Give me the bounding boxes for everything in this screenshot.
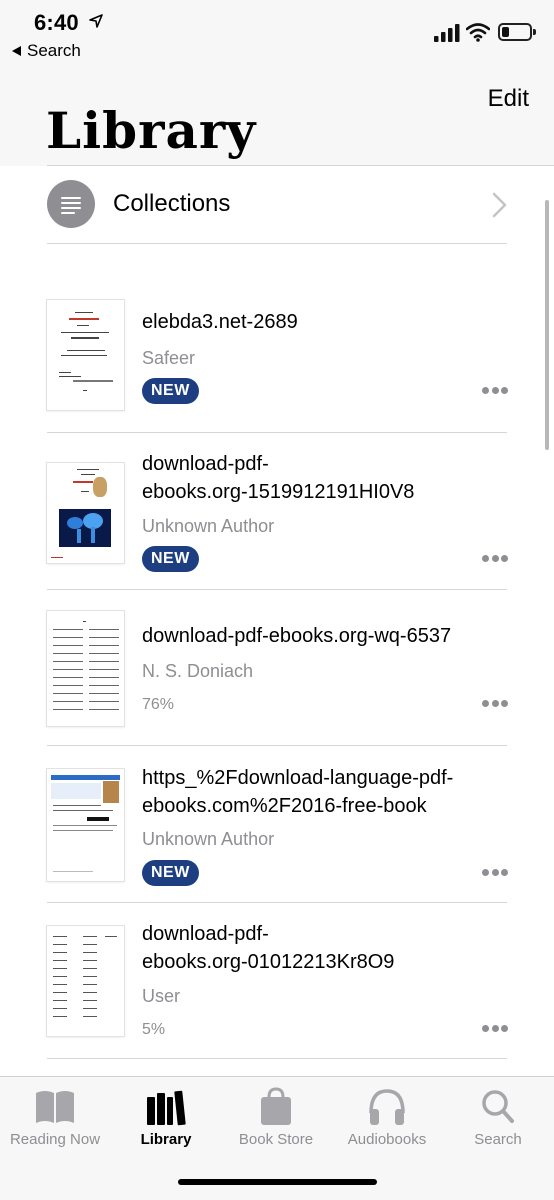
row-divider	[47, 902, 507, 903]
back-label: Search	[27, 41, 81, 60]
location-arrow-icon	[89, 14, 103, 28]
book-author: Safeer	[142, 348, 196, 368]
book-cover[interactable]	[47, 463, 124, 563]
row-divider	[47, 745, 507, 746]
book-cover[interactable]	[47, 300, 124, 410]
book-title[interactable]: download-pdf-ebooks.org-wq-6537	[142, 622, 512, 650]
tab-reading-now[interactable]: Reading Now	[0, 1087, 110, 1148]
status-time: 6:40	[34, 10, 79, 35]
book-cover[interactable]	[47, 611, 124, 726]
book-author: User	[142, 986, 181, 1006]
tab-audiobooks[interactable]: Audiobooks	[332, 1087, 442, 1148]
reading-progress: 76%	[142, 696, 175, 713]
search-icon	[482, 1090, 514, 1123]
more-options-button[interactable]	[482, 700, 508, 708]
book-author: N. S. Doniach	[142, 661, 254, 681]
collections-label: Collections	[113, 190, 231, 217]
more-options-button[interactable]	[482, 869, 508, 877]
new-badge: NEW	[142, 546, 199, 572]
tab-label: Audiobooks	[347, 1131, 427, 1148]
cellular-signal-icon	[434, 24, 460, 42]
tab-book-store[interactable]: Book Store	[221, 1087, 331, 1148]
new-badge: NEW	[142, 860, 199, 886]
tab-label: Search	[474, 1131, 522, 1148]
collections-list-icon	[47, 180, 95, 228]
tab-label: Book Store	[238, 1131, 314, 1148]
row-divider	[47, 589, 507, 590]
book-author: Unknown Author	[142, 829, 275, 849]
scroll-indicator[interactable]	[545, 200, 549, 450]
tab-library[interactable]: Library	[111, 1087, 221, 1148]
book-title[interactable]: download-pdf- ebooks.org-1519912191HI0V8	[142, 450, 512, 506]
more-options-button[interactable]	[482, 555, 508, 563]
wifi-icon	[466, 23, 490, 42]
book-author: Unknown Author	[142, 516, 275, 536]
book-cover[interactable]	[47, 926, 124, 1036]
tab-label: Reading Now	[9, 1131, 101, 1148]
book-title[interactable]: elebda3.net-2689	[142, 308, 512, 336]
collections-row[interactable]: Collections	[0, 166, 554, 243]
row-divider	[47, 1058, 507, 1059]
reading-progress: 5%	[142, 1021, 166, 1038]
collections-divider	[47, 243, 507, 244]
chevron-right-icon	[492, 192, 507, 218]
row-divider	[47, 432, 507, 433]
headphones-icon	[369, 1089, 405, 1125]
book-title[interactable]: https_%2Fdownload-language-pdf- ebooks.c…	[142, 764, 512, 820]
shopping-bag-icon	[261, 1087, 291, 1125]
back-triangle-icon	[12, 46, 21, 56]
more-options-button[interactable]	[482, 387, 508, 395]
page-title: Library	[46, 101, 257, 160]
edit-button[interactable]: Edit	[488, 85, 529, 113]
battery-icon	[498, 23, 536, 41]
book-title[interactable]: download-pdf- ebooks.org-01012213Kr8O9	[142, 920, 512, 976]
tab-label: Library	[140, 1131, 192, 1148]
book-open-icon	[36, 1091, 74, 1123]
back-to-search-link[interactable]: Search	[12, 41, 81, 61]
books-stack-icon	[147, 1090, 186, 1126]
new-badge: NEW	[142, 378, 199, 404]
book-cover[interactable]	[47, 769, 124, 881]
navigation-header: 6:40 Search Edit Library	[0, 0, 554, 166]
more-options-button[interactable]	[482, 1025, 508, 1033]
tab-search[interactable]: Search	[443, 1087, 553, 1148]
home-indicator[interactable]	[178, 1179, 377, 1185]
